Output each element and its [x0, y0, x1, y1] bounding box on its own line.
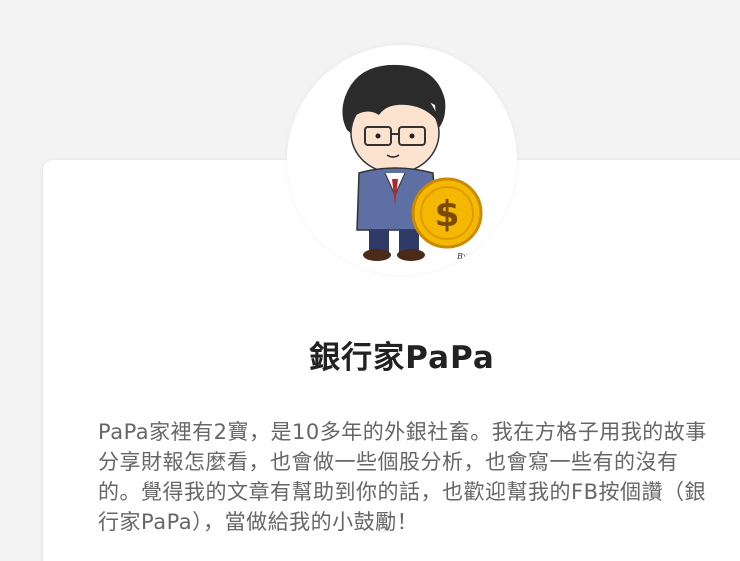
- avatar: $ By Sarah: [287, 45, 517, 275]
- profile-name: 銀行家PaPa: [309, 340, 495, 376]
- cartoon-banker-with-coin-icon: $ By Sarah: [342, 64, 494, 261]
- svg-text:$: $: [434, 194, 459, 235]
- profile-page: $ By Sarah 銀行家PaPa PaPa家裡有2寶，是10多年的外銀社畜。…: [0, 0, 740, 561]
- profile-bio: PaPa家裡有2寶，是10多年的外銀社畜。我在方格子用我的故事分享財報怎麼看，也…: [98, 420, 707, 534]
